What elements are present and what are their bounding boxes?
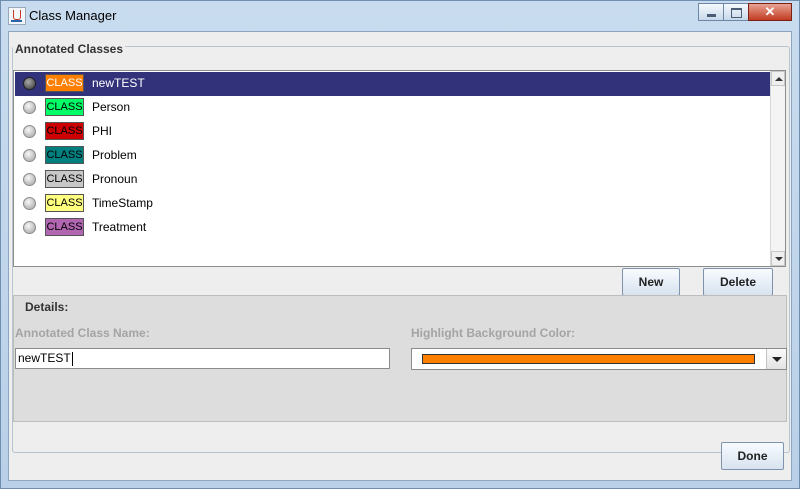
class-manager-window: Class Manager ✕ Annotated Classes CLASS … xyxy=(0,0,800,489)
class-radio[interactable] xyxy=(23,197,36,210)
class-name: Person xyxy=(92,100,131,114)
title-bar[interactable]: Class Manager ✕ xyxy=(1,1,799,31)
class-color-badge: CLASS xyxy=(45,98,84,116)
class-row[interactable]: CLASS PHI xyxy=(15,120,771,144)
scroll-down-arrow-icon[interactable] xyxy=(771,251,785,266)
text-caret xyxy=(71,351,73,366)
highlight-color-dropdown[interactable] xyxy=(411,348,787,370)
class-radio[interactable] xyxy=(23,101,36,114)
close-icon: ✕ xyxy=(764,4,776,19)
class-color-badge: CLASS xyxy=(45,194,84,212)
class-color-badge: CLASS xyxy=(45,146,84,164)
class-name: TimeStamp xyxy=(92,196,153,210)
class-name: Pronoun xyxy=(92,172,138,186)
class-color-badge: CLASS xyxy=(45,218,84,236)
class-radio[interactable] xyxy=(23,77,36,90)
maximize-button[interactable] xyxy=(723,3,749,21)
annotated-classes-title: Annotated Classes xyxy=(13,42,126,56)
class-row[interactable]: CLASS Treatment xyxy=(15,216,771,240)
class-color-badge: CLASS xyxy=(45,74,84,92)
class-radio[interactable] xyxy=(23,173,36,186)
class-list[interactable]: CLASS newTEST CLASS Person CLASS PHI CLA… xyxy=(13,70,786,267)
class-row[interactable]: CLASS newTEST xyxy=(15,72,771,96)
class-row[interactable]: CLASS Pronoun xyxy=(15,168,771,192)
window-title: Class Manager xyxy=(29,8,117,23)
scroll-up-arrow-icon[interactable] xyxy=(771,71,785,86)
class-name-input[interactable]: newTEST xyxy=(15,348,390,369)
class-list-scrollbar[interactable] xyxy=(770,71,785,266)
class-row[interactable]: CLASS Problem xyxy=(15,144,771,168)
class-color-badge: CLASS xyxy=(45,122,84,140)
class-color-badge: CLASS xyxy=(45,170,84,188)
dialog-content: Annotated Classes CLASS newTEST CLASS Pe… xyxy=(8,31,792,481)
highlight-color-label: Highlight Background Color: xyxy=(411,326,575,340)
class-row[interactable]: CLASS TimeStamp xyxy=(15,192,771,216)
maximize-icon xyxy=(731,8,742,18)
class-name: Treatment xyxy=(92,220,147,234)
done-button[interactable]: Done xyxy=(721,442,784,470)
details-panel: Details: Annotated Class Name: newTEST H… xyxy=(13,295,787,422)
minimize-icon xyxy=(707,14,716,17)
class-radio[interactable] xyxy=(23,125,36,138)
java-app-icon xyxy=(8,7,26,25)
class-name: PHI xyxy=(92,124,113,138)
new-class-button[interactable]: New xyxy=(622,268,680,296)
chevron-down-icon[interactable] xyxy=(766,349,786,369)
class-radio[interactable] xyxy=(23,149,36,162)
class-name: Problem xyxy=(92,148,137,162)
class-name: newTEST xyxy=(92,76,145,90)
class-radio[interactable] xyxy=(23,221,36,234)
class-name-input-value: newTEST xyxy=(18,351,71,365)
selected-color-swatch xyxy=(422,354,755,364)
close-button[interactable]: ✕ xyxy=(748,3,792,21)
class-row[interactable]: CLASS Person xyxy=(15,96,771,120)
window-controls: ✕ xyxy=(698,3,792,21)
delete-class-button[interactable]: Delete xyxy=(703,268,773,296)
details-title: Details: xyxy=(25,300,69,314)
class-name-label: Annotated Class Name: xyxy=(15,326,150,340)
minimize-button[interactable] xyxy=(698,3,724,21)
